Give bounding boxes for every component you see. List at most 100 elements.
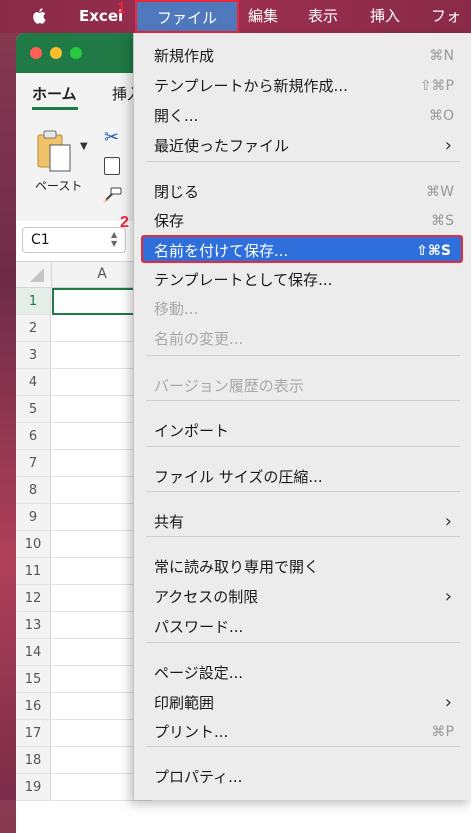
chevron-right-icon: › bbox=[444, 692, 452, 713]
row-header[interactable]: 5 bbox=[16, 396, 51, 423]
menu-item-label: インポート bbox=[154, 422, 230, 440]
menu-item-label: テンプレートから新規作成... bbox=[154, 77, 348, 95]
row-header[interactable]: 11 bbox=[16, 558, 51, 585]
row-header[interactable]: 15 bbox=[16, 666, 51, 693]
menu-insert[interactable]: 挿入 bbox=[370, 0, 400, 33]
row-header[interactable]: 10 bbox=[16, 531, 51, 558]
menu-item[interactable]: 名前を付けて保存... ⇧⌘S bbox=[141, 235, 463, 263]
menu-item[interactable]: パスワード... bbox=[134, 613, 471, 641]
zoom-button[interactable] bbox=[70, 47, 82, 59]
menu-item-shortcut: ⌘N bbox=[429, 48, 454, 64]
copy-icon[interactable] bbox=[104, 157, 120, 175]
menu-separator bbox=[146, 161, 460, 162]
menu-separator bbox=[146, 746, 460, 747]
apple-icon[interactable] bbox=[30, 6, 50, 26]
menu-item[interactable]: 新規作成 ⌘N bbox=[134, 42, 471, 70]
chevron-right-icon: › bbox=[444, 135, 452, 156]
row-header[interactable]: 18 bbox=[16, 747, 51, 774]
menu-item-label: ページ設定... bbox=[154, 664, 244, 682]
close-button[interactable] bbox=[30, 47, 42, 59]
menu-item[interactable]: プリント... ⌘P bbox=[134, 718, 471, 746]
menu-item[interactable]: 共有 › bbox=[134, 508, 471, 536]
scissors-icon[interactable]: ✂ bbox=[104, 127, 119, 148]
menu-format[interactable]: フォー bbox=[431, 0, 471, 58]
tab-home[interactable]: ホーム bbox=[32, 83, 77, 104]
menu-item-shortcut: ⌘O bbox=[428, 108, 454, 124]
paste-icon[interactable] bbox=[36, 129, 74, 173]
menu-item[interactable]: 保存 ⌘S bbox=[134, 207, 471, 235]
minimize-button[interactable] bbox=[50, 47, 62, 59]
menu-item-label: ファイル サイズの圧縮... bbox=[154, 468, 323, 486]
name-box-stepper-icon[interactable]: ▲ ▼ bbox=[111, 230, 117, 248]
menu-item-label: プロパティ... bbox=[154, 768, 243, 786]
menu-item-label: アクセスの制限 bbox=[154, 588, 259, 606]
menu-item-label: 名前を付けて保存... bbox=[154, 242, 289, 260]
menu-file[interactable]: ファイル bbox=[135, 0, 239, 33]
menu-item-label: パスワード... bbox=[154, 618, 244, 636]
menu-item-label: 共有 bbox=[154, 513, 185, 531]
select-all-corner[interactable] bbox=[16, 262, 52, 288]
menu-item-shortcut: ⌘S bbox=[431, 213, 454, 229]
menu-item[interactable]: 閉じる ⌘W bbox=[134, 178, 471, 206]
row-header[interactable]: 1 bbox=[16, 288, 51, 315]
menu-item[interactable]: テンプレートから新規作成... ⇧⌘P bbox=[134, 72, 471, 100]
step-callout-1: 1 bbox=[117, 0, 126, 17]
row-header[interactable]: 7 bbox=[16, 450, 51, 477]
paste-label: ペースト bbox=[35, 179, 83, 193]
menu-separator bbox=[146, 446, 460, 447]
menu-item-shortcut: ⇧⌘P bbox=[419, 78, 454, 94]
menu-item: 移動... bbox=[134, 295, 471, 323]
row-header[interactable]: 3 bbox=[16, 342, 51, 369]
step-callout-2: 2 bbox=[120, 214, 129, 231]
menu-item[interactable]: ファイル サイズの圧縮... bbox=[134, 463, 471, 491]
menu-item-label: プリント... bbox=[154, 723, 229, 741]
row-header[interactable]: 13 bbox=[16, 612, 51, 639]
menu-item[interactable]: テンプレートとして保存... bbox=[134, 266, 471, 294]
row-header[interactable]: 16 bbox=[16, 693, 51, 720]
menu-item[interactable]: インポート bbox=[134, 417, 471, 445]
chevron-right-icon: › bbox=[444, 586, 452, 607]
row-header[interactable]: 2 bbox=[16, 315, 51, 342]
chevron-down-icon[interactable]: ▼ bbox=[80, 141, 88, 152]
menu-bar: Excel ファイル 編集 表示 挿入 フォー bbox=[0, 0, 471, 58]
menu-item-label: 新規作成 bbox=[154, 47, 215, 65]
menu-item[interactable]: アクセスの制限 › bbox=[134, 583, 471, 611]
menu-item[interactable]: 常に読み取り専用で開く bbox=[134, 553, 471, 581]
menu-item: 名前の変更... bbox=[134, 325, 471, 353]
menu-item[interactable]: 印刷範囲 › bbox=[134, 689, 471, 717]
menu-item-shortcut: ⌘W bbox=[426, 184, 454, 200]
menu-item-label: 移動... bbox=[154, 300, 199, 318]
row-header[interactable]: 17 bbox=[16, 720, 51, 747]
menu-item-label: テンプレートとして保存... bbox=[154, 271, 333, 289]
menu-item-label: 保存 bbox=[154, 212, 185, 230]
menu-separator bbox=[146, 642, 460, 643]
menu-item[interactable]: 最近使ったファイル › bbox=[134, 132, 471, 160]
menu-separator bbox=[146, 491, 460, 492]
row-header[interactable]: 12 bbox=[16, 585, 51, 612]
menu-item: バージョン履歴の表示 bbox=[134, 372, 471, 400]
menu-item-label: 閉じる bbox=[154, 183, 200, 201]
format-painter-icon[interactable] bbox=[102, 187, 122, 203]
chevron-right-icon: › bbox=[444, 511, 452, 532]
menu-separator bbox=[146, 355, 460, 356]
row-header[interactable]: 19 bbox=[16, 774, 51, 801]
menu-item-label: 開く... bbox=[154, 107, 199, 125]
menu-item[interactable]: プロパティ... bbox=[134, 763, 471, 791]
menu-item-shortcut: ⇧⌘S bbox=[416, 243, 451, 259]
menu-item-shortcut: ⌘P bbox=[431, 724, 454, 740]
row-header[interactable]: 6 bbox=[16, 423, 51, 450]
menu-view[interactable]: 表示 bbox=[308, 0, 338, 33]
row-header[interactable]: 14 bbox=[16, 639, 51, 666]
name-box-value: C1 bbox=[31, 232, 50, 248]
menu-item-label: 印刷範囲 bbox=[154, 694, 215, 712]
menu-item[interactable]: ページ設定... bbox=[134, 659, 471, 687]
menu-item-label: 名前の変更... bbox=[154, 330, 244, 348]
menu-separator bbox=[146, 536, 460, 537]
row-header[interactable]: 8 bbox=[16, 477, 51, 504]
menu-item-label: 常に読み取り専用で開く bbox=[154, 558, 320, 576]
row-header[interactable]: 4 bbox=[16, 369, 51, 396]
menu-item-label: バージョン履歴の表示 bbox=[154, 377, 304, 395]
row-header[interactable]: 9 bbox=[16, 504, 51, 531]
menu-item[interactable]: 開く... ⌘O bbox=[134, 102, 471, 130]
menu-edit[interactable]: 編集 bbox=[248, 0, 278, 33]
